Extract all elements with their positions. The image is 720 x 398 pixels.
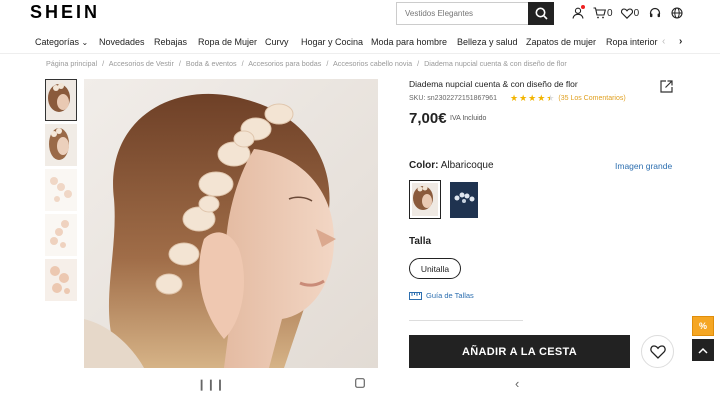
heart-icon xyxy=(620,7,633,19)
recent-apps-button[interactable]: ❙❙❙ xyxy=(197,378,225,391)
breadcrumb-separator: / xyxy=(178,59,181,68)
back-button[interactable]: ‹ xyxy=(515,376,519,391)
breadcrumb: Página principal / Accesorios de Vestir … xyxy=(46,59,570,68)
breadcrumb-separator: / xyxy=(417,59,420,68)
reviews-link[interactable]: (35 Los Comentarios) xyxy=(558,95,625,102)
share-button[interactable] xyxy=(660,80,673,98)
breadcrumb-separator: / xyxy=(102,59,105,68)
product-thumbnail[interactable] xyxy=(45,79,77,121)
product-thumbnail[interactable] xyxy=(45,169,77,211)
nav-next-arrow[interactable]: › xyxy=(679,36,682,47)
nav-item-zapatos-de-mujer[interactable]: Zapatos de mujer xyxy=(526,37,596,47)
heart-icon xyxy=(649,344,666,359)
nav-prev-arrow[interactable]: ‹ xyxy=(662,36,665,47)
breadcrumb-cabello-novia[interactable]: Accesorios cabello novia xyxy=(333,59,412,68)
support-button[interactable] xyxy=(649,7,661,19)
breadcrumb-home[interactable]: Página principal xyxy=(46,59,97,68)
promo-badge[interactable]: % xyxy=(692,316,714,336)
discount-icon: % xyxy=(698,321,707,331)
nav-item-belleza-y-salud[interactable]: Belleza y salud xyxy=(457,37,518,47)
star-icon: ★ xyxy=(537,93,546,103)
nav-item-ropa-de-mujer[interactable]: Ropa de Mujer xyxy=(198,37,257,47)
tax-note: IVA Incluido xyxy=(450,115,487,122)
breadcrumb-separator: / xyxy=(326,59,329,68)
language-button[interactable] xyxy=(671,7,683,19)
half-star-icon: ★ xyxy=(546,93,555,103)
system-nav-bar: ❙❙❙ ‹ xyxy=(0,372,720,398)
cart-button[interactable]: 0 xyxy=(593,7,613,19)
star-icon: ★ xyxy=(510,93,519,103)
star-icon: ★ xyxy=(519,93,528,103)
cart-count: 0 xyxy=(607,7,613,19)
header: SHEIN 0 0 xyxy=(0,0,720,30)
size-guide-link[interactable]: Guía de Tallas xyxy=(409,291,474,300)
back-arrow-icon: ‹ xyxy=(515,376,520,391)
star-icon: ★ xyxy=(528,93,537,103)
product-price: 7,00€ xyxy=(409,110,447,127)
search-input[interactable] xyxy=(397,3,529,24)
page: { "header": { "logo": "SHEIN", "search_p… xyxy=(0,0,720,398)
product-sku: SKU: sn2302272151867961 xyxy=(409,95,497,102)
ruler-icon xyxy=(409,291,422,300)
main-product-image[interactable] xyxy=(84,79,378,368)
image-large-link[interactable]: Imagen grande xyxy=(615,161,672,171)
nav-item-novedades[interactable]: Novedades xyxy=(99,37,145,47)
nav-item-rebajas[interactable]: Rebajas xyxy=(154,37,187,47)
add-to-cart-button[interactable]: AÑADIR A LA CESTA xyxy=(409,335,630,368)
nav-item-hogar-y-cocina[interactable]: Hogar y Cocina xyxy=(301,37,363,47)
rating-stars[interactable]: ★ ★ ★ ★ ★ (35 Los Comentarios) xyxy=(510,93,626,104)
product-thumbnail[interactable] xyxy=(45,124,77,166)
nav-item-categorias[interactable]: Categorías ⌄ xyxy=(35,37,88,47)
nav-item-ropa-interior[interactable]: Ropa interior xyxy=(606,37,658,47)
breadcrumb-boda-eventos[interactable]: Boda & eventos xyxy=(186,59,237,68)
recents-icon: ❙❙❙ xyxy=(197,379,225,391)
nav-item-moda-hombre[interactable]: Moda para hombre xyxy=(371,37,447,47)
globe-icon xyxy=(671,7,683,19)
chevron-down-icon: ⌄ xyxy=(81,38,89,47)
home-button[interactable] xyxy=(355,378,365,391)
nav-item-curvy[interactable]: Curvy xyxy=(265,37,289,47)
chevron-right-icon: › xyxy=(679,36,683,47)
divider xyxy=(409,320,523,321)
wishlist-toggle[interactable] xyxy=(641,335,674,368)
breadcrumb-separator: / xyxy=(241,59,244,68)
size-label: Talla xyxy=(409,236,432,247)
wishlist-button[interactable]: 0 xyxy=(620,7,640,19)
share-icon xyxy=(660,80,673,93)
breadcrumb-accesorios-vestir[interactable]: Accesorios de Vestir xyxy=(109,59,174,68)
search-button[interactable] xyxy=(528,2,554,25)
back-to-top-button[interactable] xyxy=(692,339,714,361)
headset-icon xyxy=(650,7,661,18)
category-nav: Categorías ⌄ Novedades Rebajas Ropa de M… xyxy=(0,30,720,54)
chevron-left-icon: ‹ xyxy=(662,36,666,47)
search-box xyxy=(396,2,554,25)
account-button[interactable] xyxy=(572,5,585,19)
arrow-up-icon xyxy=(698,347,708,354)
search-icon xyxy=(535,7,548,20)
color-label: Color: Albaricoque xyxy=(409,160,494,171)
home-square-icon xyxy=(355,378,365,388)
shein-logo[interactable]: SHEIN xyxy=(30,2,100,23)
breadcrumb-current: Diadema nupcial cuenta & con diseño de f… xyxy=(424,59,567,68)
product-title: Diadema nupcial cuenta & con diseño de f… xyxy=(409,79,578,89)
color-swatch-silver[interactable] xyxy=(450,182,478,218)
product-thumbnail[interactable] xyxy=(45,214,77,256)
cart-icon xyxy=(593,7,606,19)
size-option-unitalla[interactable]: Unitalla xyxy=(409,258,461,279)
product-thumbnail[interactable] xyxy=(45,259,77,301)
color-swatch-albaricoque[interactable] xyxy=(409,180,441,219)
wishlist-count: 0 xyxy=(633,7,640,19)
color-value: Albaricoque xyxy=(440,160,494,171)
header-icons: 0 0 xyxy=(572,5,691,21)
notification-dot xyxy=(581,5,585,9)
breadcrumb-accesorios-bodas[interactable]: Accesorios para bodas xyxy=(248,59,321,68)
